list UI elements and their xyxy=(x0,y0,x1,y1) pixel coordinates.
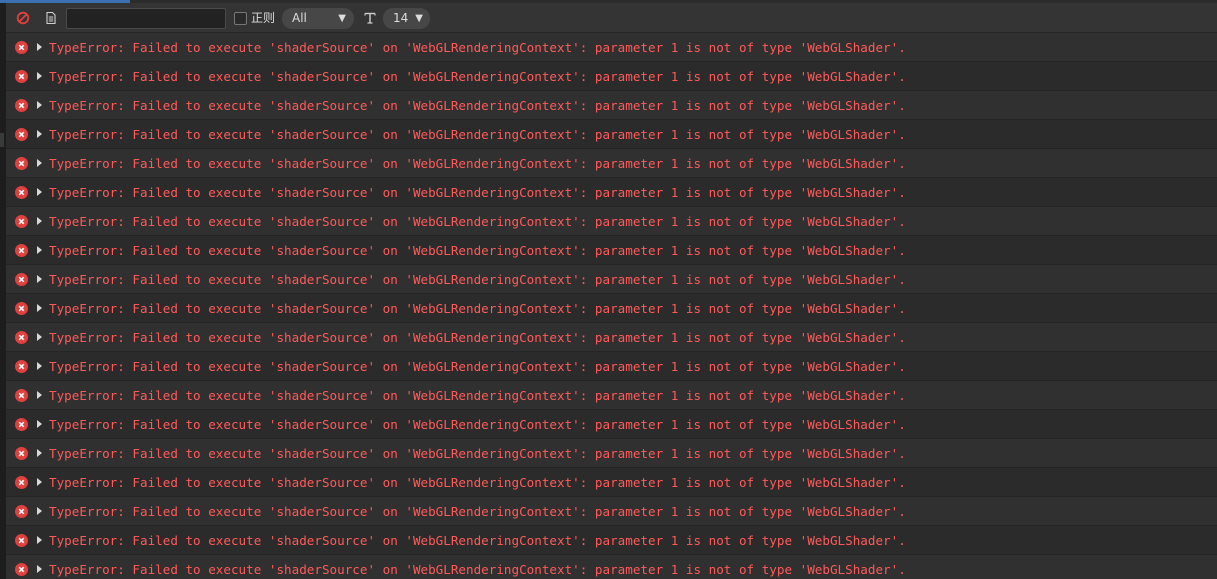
triangle-right-icon[interactable] xyxy=(37,565,42,573)
log-message: TypeError: Failed to execute 'shaderSour… xyxy=(49,214,906,229)
filter-input[interactable] xyxy=(66,8,226,29)
console-toolbar: 正则 All ▼ 14 ▼ xyxy=(6,3,1217,33)
triangle-right-icon[interactable] xyxy=(37,507,42,515)
regex-label: 正则 xyxy=(251,11,276,25)
log-message: TypeError: Failed to execute 'shaderSour… xyxy=(49,69,906,84)
log-message: TypeError: Failed to execute 'shaderSour… xyxy=(49,562,906,577)
error-circle-icon xyxy=(15,186,28,199)
triangle-right-icon[interactable] xyxy=(37,420,42,428)
log-entry[interactable]: TypeError: Failed to execute 'shaderSour… xyxy=(6,468,1217,497)
log-entry[interactable]: TypeError: Failed to execute 'shaderSour… xyxy=(6,352,1217,381)
log-level-value: All xyxy=(292,11,307,25)
error-circle-icon xyxy=(15,99,28,112)
text-size-icon xyxy=(364,12,376,24)
log-message: TypeError: Failed to execute 'shaderSour… xyxy=(49,185,906,200)
error-circle-icon xyxy=(15,331,28,344)
log-message: TypeError: Failed to execute 'shaderSour… xyxy=(49,127,906,142)
triangle-right-icon[interactable] xyxy=(37,333,42,341)
error-circle-icon xyxy=(15,418,28,431)
clear-console-button[interactable] xyxy=(16,10,30,25)
log-entry[interactable]: TypeError: Failed to execute 'shaderSour… xyxy=(6,323,1217,352)
triangle-right-icon[interactable] xyxy=(37,72,42,80)
console-panel: 正则 All ▼ 14 ▼ TypeError: Failed to execu… xyxy=(0,0,1217,579)
font-size-select[interactable]: 14 ▼ xyxy=(383,8,430,29)
error-circle-icon xyxy=(15,215,28,228)
log-entry[interactable]: TypeError: Failed to execute 'shaderSour… xyxy=(6,207,1217,236)
log-entry[interactable]: TypeError: Failed to execute 'shaderSour… xyxy=(6,178,1217,207)
document-icon xyxy=(46,11,56,25)
error-circle-icon xyxy=(15,41,28,54)
font-size-toggle[interactable] xyxy=(363,10,377,24)
log-entry[interactable]: TypeError: Failed to execute 'shaderSour… xyxy=(6,294,1217,323)
log-entry[interactable]: TypeError: Failed to execute 'shaderSour… xyxy=(6,236,1217,265)
log-message: TypeError: Failed to execute 'shaderSour… xyxy=(49,475,906,490)
triangle-right-icon[interactable] xyxy=(37,188,42,196)
log-entry[interactable]: TypeError: Failed to execute 'shaderSour… xyxy=(6,526,1217,555)
console-log-list[interactable]: TypeError: Failed to execute 'shaderSour… xyxy=(6,33,1217,579)
log-entry[interactable]: TypeError: Failed to execute 'shaderSour… xyxy=(6,62,1217,91)
log-message: TypeError: Failed to execute 'shaderSour… xyxy=(49,446,906,461)
triangle-right-icon[interactable] xyxy=(37,101,42,109)
log-message: TypeError: Failed to execute 'shaderSour… xyxy=(49,301,906,316)
log-message: TypeError: Failed to execute 'shaderSour… xyxy=(49,417,906,432)
font-size-value: 14 xyxy=(393,11,409,25)
triangle-right-icon[interactable] xyxy=(37,43,42,51)
triangle-right-icon[interactable] xyxy=(37,159,42,167)
gutter-marker xyxy=(0,133,4,147)
log-message: TypeError: Failed to execute 'shaderSour… xyxy=(49,272,906,287)
triangle-right-icon[interactable] xyxy=(37,217,42,225)
error-circle-icon xyxy=(15,360,28,373)
no-entry-icon xyxy=(16,11,30,25)
log-entry[interactable]: TypeError: Failed to execute 'shaderSour… xyxy=(6,497,1217,526)
log-entry[interactable]: TypeError: Failed to execute 'shaderSour… xyxy=(6,381,1217,410)
error-circle-icon xyxy=(15,157,28,170)
error-circle-icon xyxy=(15,447,28,460)
log-entry[interactable]: TypeError: Failed to execute 'shaderSour… xyxy=(6,439,1217,468)
error-circle-icon xyxy=(15,505,28,518)
log-message: TypeError: Failed to execute 'shaderSour… xyxy=(49,156,906,171)
triangle-right-icon[interactable] xyxy=(37,130,42,138)
triangle-right-icon[interactable] xyxy=(37,478,42,486)
log-message: TypeError: Failed to execute 'shaderSour… xyxy=(49,98,906,113)
error-circle-icon xyxy=(15,476,28,489)
triangle-right-icon[interactable] xyxy=(37,246,42,254)
error-circle-icon xyxy=(15,302,28,315)
triangle-right-icon[interactable] xyxy=(37,536,42,544)
error-circle-icon xyxy=(15,244,28,257)
log-file-button[interactable] xyxy=(44,10,58,25)
log-message: TypeError: Failed to execute 'shaderSour… xyxy=(49,243,906,258)
log-entry[interactable]: TypeError: Failed to execute 'shaderSour… xyxy=(6,120,1217,149)
log-entry[interactable]: TypeError: Failed to execute 'shaderSour… xyxy=(6,555,1217,579)
log-entry[interactable]: TypeError: Failed to execute 'shaderSour… xyxy=(6,91,1217,120)
log-message: TypeError: Failed to execute 'shaderSour… xyxy=(49,533,906,548)
log-message: TypeError: Failed to execute 'shaderSour… xyxy=(49,330,906,345)
log-message: TypeError: Failed to execute 'shaderSour… xyxy=(49,388,906,403)
regex-checkbox[interactable] xyxy=(234,12,247,25)
log-entry[interactable]: TypeError: Failed to execute 'shaderSour… xyxy=(6,265,1217,294)
log-message: TypeError: Failed to execute 'shaderSour… xyxy=(49,359,906,374)
triangle-right-icon[interactable] xyxy=(37,362,42,370)
triangle-right-icon[interactable] xyxy=(37,449,42,457)
triangle-right-icon[interactable] xyxy=(37,304,42,312)
error-circle-icon xyxy=(15,389,28,402)
error-circle-icon xyxy=(15,70,28,83)
triangle-right-icon[interactable] xyxy=(37,391,42,399)
log-message: TypeError: Failed to execute 'shaderSour… xyxy=(49,504,906,519)
error-circle-icon xyxy=(15,128,28,141)
error-circle-icon xyxy=(15,273,28,286)
log-entry[interactable]: TypeError: Failed to execute 'shaderSour… xyxy=(6,410,1217,439)
log-entry[interactable]: TypeError: Failed to execute 'shaderSour… xyxy=(6,33,1217,62)
log-level-select[interactable]: All ▼ xyxy=(282,8,354,29)
error-circle-icon xyxy=(15,563,28,576)
log-message: TypeError: Failed to execute 'shaderSour… xyxy=(49,40,906,55)
triangle-right-icon[interactable] xyxy=(37,275,42,283)
caret-down-icon: ▼ xyxy=(338,13,346,24)
caret-down-icon: ▼ xyxy=(415,13,423,24)
log-entry[interactable]: TypeError: Failed to execute 'shaderSour… xyxy=(6,149,1217,178)
error-circle-icon xyxy=(15,534,28,547)
